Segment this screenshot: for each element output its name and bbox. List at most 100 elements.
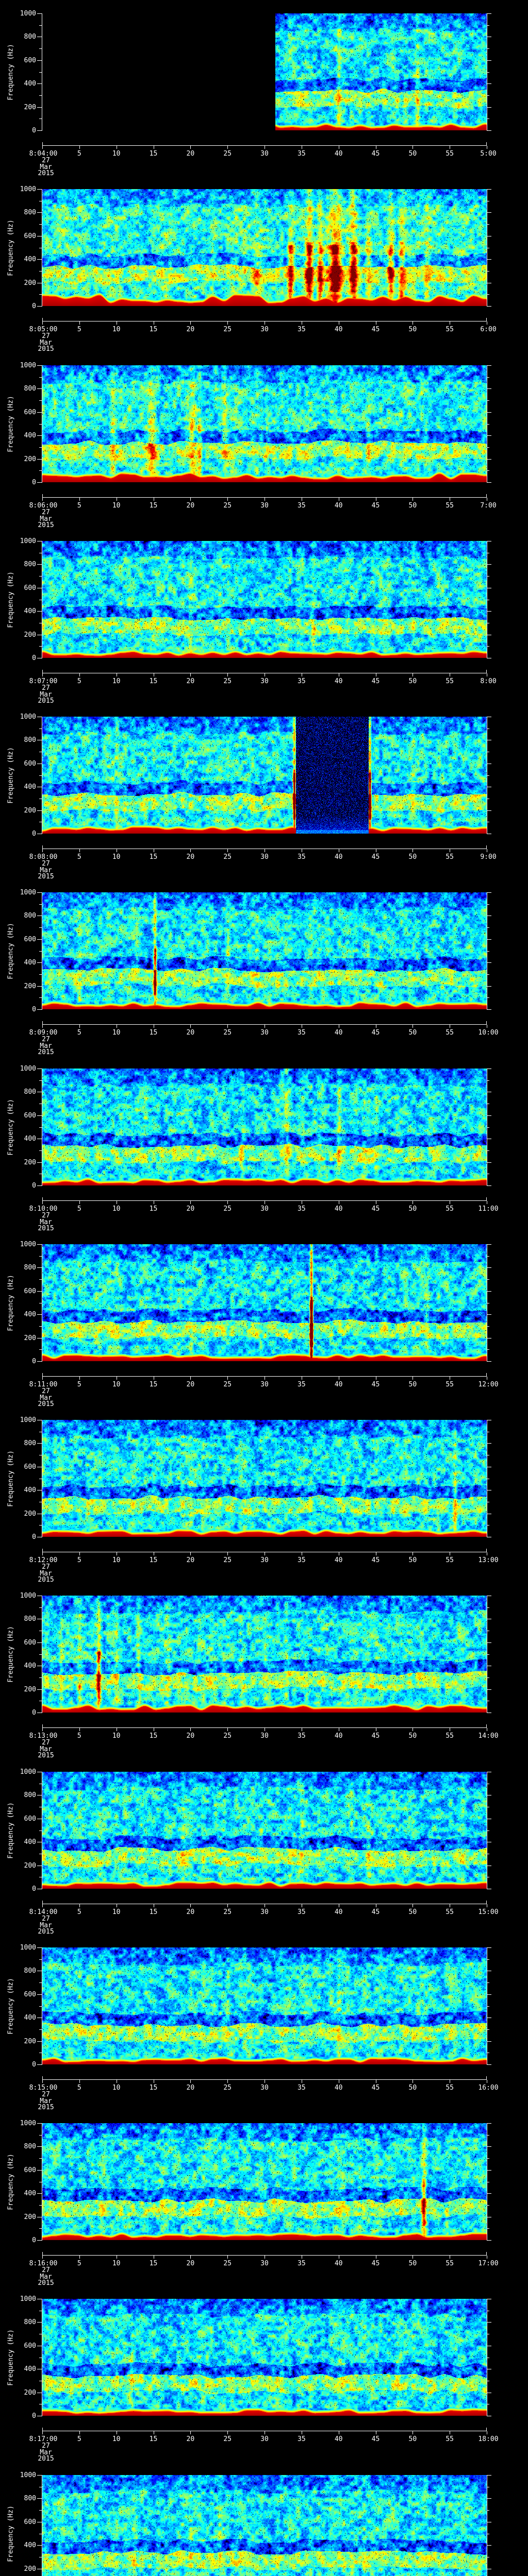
x-axis-tick — [190, 1201, 191, 1204]
x-axis-tick — [79, 1552, 80, 1555]
x-tick-label: 50 — [408, 853, 417, 861]
x-tick-label: 15 — [149, 1556, 158, 1564]
y-axis-tick — [37, 939, 42, 940]
y-axis-tick — [39, 1127, 42, 1128]
x-axis-endcap — [486, 494, 487, 497]
y-axis-tick — [39, 997, 42, 998]
x-tick-label: 35 — [298, 326, 306, 333]
frequency-axis-title: Frequency (Hz) — [7, 2329, 15, 2386]
y-axis-tick — [39, 2510, 42, 2511]
x-axis-tick — [79, 1377, 80, 1380]
x-tick-label: 20 — [186, 150, 195, 158]
y-axis-tick — [39, 294, 42, 295]
x-axis-tick — [412, 849, 413, 852]
date-label: 2015 — [38, 2104, 54, 2111]
x-axis-tick — [42, 498, 43, 501]
y-tick-label: 1000 — [20, 1065, 36, 1073]
x-axis-tick — [227, 1728, 228, 1731]
y-axis-tick — [39, 1279, 42, 1280]
spectrogram-canvas — [42, 717, 487, 834]
x-axis-tick — [190, 1728, 191, 1731]
x-tick-label: 25 — [223, 502, 232, 510]
x-tick-label: 40 — [334, 677, 343, 685]
x-axis-tick — [79, 2431, 80, 2434]
x-tick-label: 45 — [371, 1205, 380, 1213]
spectrogram-canvas — [42, 1420, 487, 1537]
y-axis-tick — [39, 1349, 42, 1350]
x-tick-label: 5 — [77, 1732, 81, 1740]
y-tick-label: 400 — [24, 2014, 36, 2022]
y-axis-tick — [487, 997, 489, 998]
y-tick-label: 600 — [24, 1287, 36, 1295]
frequency-axis-title: Frequency (Hz) — [7, 43, 15, 100]
y-axis-tick — [487, 2135, 489, 2136]
end-time-label: 5:00 — [480, 150, 497, 158]
y-axis-tick — [37, 388, 42, 389]
date-label: 2015 — [38, 1225, 54, 1232]
y-tick-label: 0 — [32, 1885, 36, 1893]
x-tick-label: 10 — [112, 2435, 121, 2443]
y-axis-tick — [37, 482, 42, 483]
end-time-label: 10:00 — [478, 1029, 499, 1037]
x-tick-label: 55 — [446, 1908, 454, 1916]
x-axis-tick — [79, 498, 80, 501]
y-tick-label: 800 — [24, 33, 36, 41]
x-tick-label: 15 — [149, 1732, 158, 1740]
x-tick-label: 5 — [77, 2260, 81, 2267]
y-axis-tick — [487, 2064, 491, 2065]
x-tick-label: 50 — [408, 326, 417, 333]
x-tick-label: 20 — [186, 1732, 195, 1740]
y-axis-tick — [39, 48, 42, 49]
y-axis-tick — [39, 470, 42, 471]
y-axis-tick — [487, 48, 489, 49]
x-tick-label: 10 — [112, 1029, 121, 1037]
y-tick-label: 1000 — [20, 1592, 36, 1600]
y-tick-label: 800 — [24, 1264, 36, 1272]
y-axis-tick — [39, 25, 42, 26]
x-tick-label: 50 — [408, 1381, 417, 1388]
y-axis-tick — [487, 388, 491, 389]
x-tick-label: 50 — [408, 2084, 417, 2092]
y-axis-tick — [39, 72, 42, 73]
y-tick-label: 0 — [32, 2061, 36, 2069]
y-axis-tick — [487, 1642, 491, 1643]
y-tick-label: 800 — [24, 1791, 36, 1799]
x-axis-tick — [42, 146, 43, 149]
spectrogram-canvas — [42, 1069, 487, 1185]
x-tick-label: 30 — [260, 150, 269, 158]
x-tick-label: 40 — [334, 1381, 343, 1388]
y-axis-tick — [37, 2498, 42, 2499]
x-tick-label: 55 — [446, 1029, 454, 1037]
y-axis-tick — [487, 1314, 491, 1315]
y-axis-tick — [37, 1443, 42, 1444]
x-tick-label: 55 — [446, 1205, 454, 1213]
y-axis-tick — [37, 2322, 42, 2323]
y-axis-tick — [487, 482, 491, 483]
y-axis-tick — [487, 1361, 491, 1362]
x-axis-endcap — [42, 2428, 43, 2431]
y-tick-label: 200 — [24, 2038, 36, 2045]
x-axis-endcap — [42, 318, 43, 321]
y-axis-tick — [37, 1642, 42, 1643]
x-tick-label: 10 — [112, 1556, 121, 1564]
x-axis-endcap — [486, 318, 487, 321]
y-axis-tick — [37, 107, 42, 108]
y-tick-label: 200 — [24, 807, 36, 815]
y-axis-tick — [37, 435, 42, 436]
x-tick-label: 5 — [77, 1381, 81, 1388]
y-axis-tick — [487, 2498, 491, 2499]
y-axis-tick — [37, 2041, 42, 2042]
x-tick-label: 45 — [371, 1381, 380, 1388]
x-axis-endcap — [42, 1197, 43, 1200]
x-tick-label: 45 — [371, 2084, 380, 2092]
x-axis-endcap — [486, 1373, 487, 1376]
x-tick-label: 55 — [446, 326, 454, 333]
y-axis-tick — [487, 810, 491, 811]
x-tick-label: 50 — [408, 1908, 417, 1916]
y-tick-label: 0 — [32, 830, 36, 838]
x-tick-label: 25 — [223, 2260, 232, 2267]
y-axis-tick — [487, 1607, 489, 1608]
x-tick-label: 35 — [298, 1732, 306, 1740]
x-axis-tick — [42, 2080, 43, 2083]
y-tick-label: 800 — [24, 1088, 36, 1096]
